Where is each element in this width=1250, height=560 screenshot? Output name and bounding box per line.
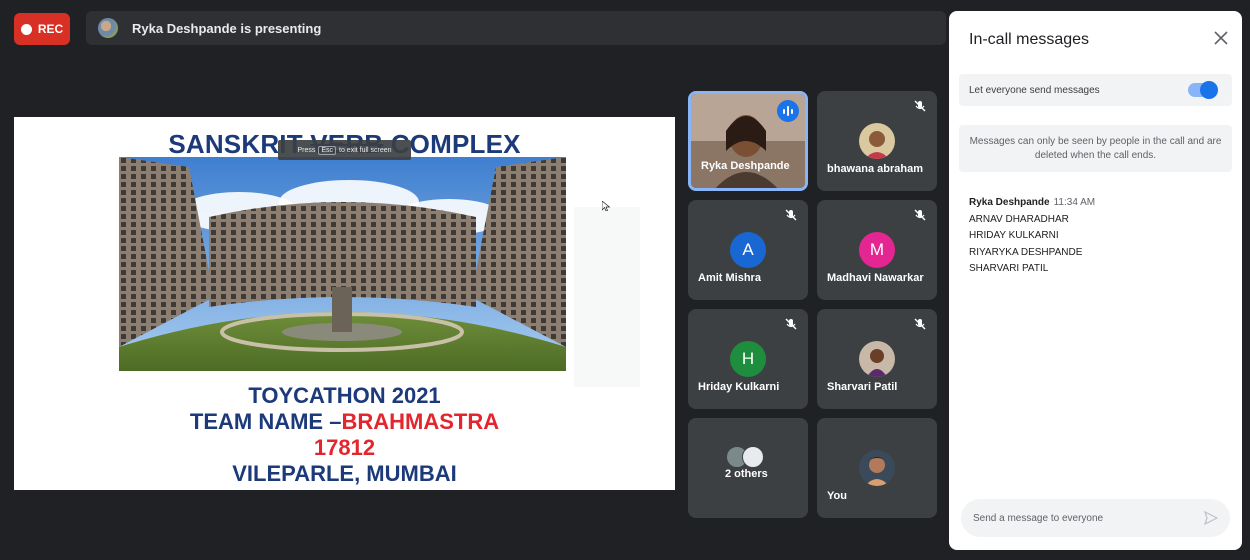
others-avatars <box>726 446 772 470</box>
message-time: 11:34 AM <box>1053 197 1096 208</box>
participant-name: bhawana abraham <box>827 163 923 175</box>
participant-name: Sharvari Patil <box>827 381 898 393</box>
mic-off-icon <box>914 209 926 221</box>
participant-tile-you[interactable]: You <box>817 418 937 518</box>
rec-label: REC <box>37 22 64 36</box>
message-line: ARNAV DHARADHAR <box>969 213 1069 225</box>
panel-title: In-call messages <box>969 31 1090 48</box>
message-line: RIYARYKA DESHPANDE <box>969 246 1083 258</box>
participant-avatar <box>859 341 895 377</box>
participant-avatar: A <box>730 232 766 268</box>
presenter-avatar <box>98 18 118 38</box>
mic-off-icon <box>914 100 926 112</box>
presenting-banner: Ryka Deshpande is presenting <box>86 11 946 45</box>
allow-messages-row: Let everyone send messages <box>959 74 1232 106</box>
participant-name: 2 others <box>725 468 768 480</box>
meet-window: REC Ryka Deshpande is presenting SANSKRI… <box>0 0 1250 560</box>
participant-name: Madhavi Nawarkar <box>827 272 924 284</box>
presenting-text: Ryka Deshpande is presenting <box>132 20 322 36</box>
participant-tile-madhavi[interactable]: M Madhavi Nawarkar <box>817 200 937 300</box>
speaking-indicator-icon <box>777 100 799 122</box>
toggle-knob <box>1200 81 1218 99</box>
participant-avatar <box>859 123 895 159</box>
fullscreen-tip: Press Esc to exit full screen <box>278 140 411 160</box>
mouse-cursor-icon <box>602 201 610 211</box>
slide-line-event: TOYCATHON 2021 <box>248 383 441 408</box>
esc-suffix-text: to exit full screen <box>339 146 392 154</box>
message-input[interactable]: Send a message to everyone <box>961 499 1230 537</box>
participant-name: You <box>827 490 847 502</box>
chat-panel: In-call messages Let everyone send messa… <box>949 11 1242 550</box>
allow-messages-toggle[interactable] <box>1188 81 1218 99</box>
team-name: BRAHMASTRA <box>341 409 500 434</box>
participant-name: Ryka Deshpande <box>701 160 790 172</box>
participant-avatar: M <box>859 232 895 268</box>
chat-message: Ryka Deshpande 11:34 AM ARNAV DHARADHAR H… <box>969 195 1095 278</box>
mic-off-icon <box>785 209 797 221</box>
privacy-notice: Messages can only be seen by people in t… <box>959 125 1232 172</box>
message-line: HRIDAY KULKARNI <box>969 230 1059 241</box>
esc-key: Esc <box>318 145 337 155</box>
participant-tile-sharvari[interactable]: Sharvari Patil <box>817 309 937 409</box>
toggle-label: Let everyone send messages <box>969 84 1100 96</box>
participant-avatar <box>859 450 895 486</box>
building-photo <box>119 157 566 371</box>
mic-off-icon <box>785 318 797 330</box>
other-avatar <box>742 446 764 468</box>
send-icon[interactable] <box>1204 511 1218 525</box>
message-placeholder: Send a message to everyone <box>973 512 1104 524</box>
participant-tile-bhawana[interactable]: bhawana abraham <box>817 91 937 191</box>
close-icon[interactable] <box>1214 31 1228 45</box>
participant-tile-hriday[interactable]: H Hriday Kulkarni <box>688 309 808 409</box>
recording-indicator[interactable]: REC <box>14 13 70 45</box>
esc-press-text: Press <box>297 146 316 154</box>
team-prefix: TEAM NAME – <box>189 409 342 434</box>
record-dot-icon <box>20 23 32 35</box>
message-sender: Ryka Deshpande <box>969 197 1050 208</box>
slide-watermark <box>574 207 640 387</box>
participant-name: Amit Mishra <box>698 272 761 284</box>
participant-name: Hriday Kulkarni <box>698 381 780 393</box>
participant-avatar: H <box>730 341 766 377</box>
slide-line-team-id: 17812 <box>313 435 376 460</box>
presentation-slide: SANSKRIT VERB COMPLEX <box>14 117 675 490</box>
slide-line-team: TEAM NAME –BRAHMASTRA <box>14 409 675 435</box>
slide-line-location: VILEPARLE, MUMBAI <box>232 461 457 486</box>
message-header: Ryka Deshpande 11:34 AM <box>969 195 1095 212</box>
message-line: SHARVARI PATIL <box>969 263 1049 274</box>
participant-tile-others[interactable]: 2 others <box>688 418 808 518</box>
participant-tile-ryka[interactable]: Ryka Deshpande <box>688 91 808 191</box>
mic-off-icon <box>914 318 926 330</box>
participant-tile-amit[interactable]: A Amit Mishra <box>688 200 808 300</box>
